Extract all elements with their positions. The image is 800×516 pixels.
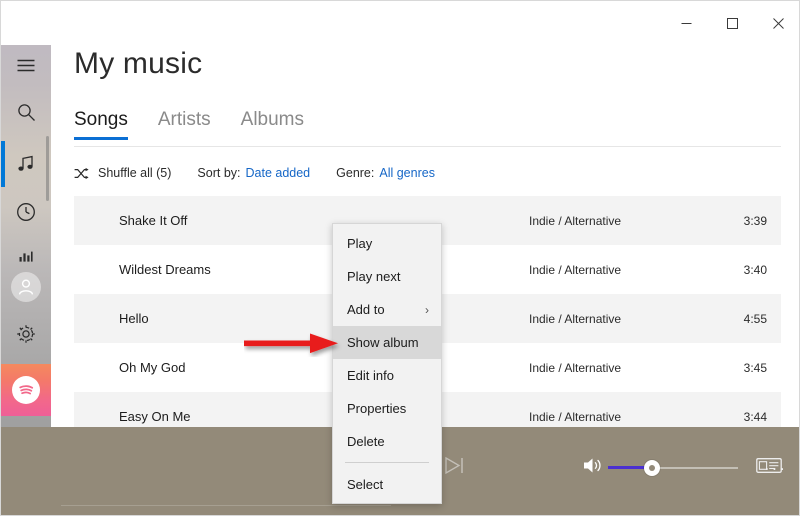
tab-underline-rule (74, 146, 781, 147)
search-icon (17, 103, 36, 122)
sidebar-item-recent[interactable] (1, 189, 51, 235)
context-menu-item-label: Delete (347, 434, 385, 449)
context-menu-item-label: Edit info (347, 368, 394, 383)
song-title: Hello (119, 311, 149, 326)
page-title: My music (74, 47, 203, 80)
genre-label: Genre: (336, 166, 375, 180)
song-title: Shake It Off (119, 213, 188, 228)
sidebar-item-spotify[interactable] (1, 364, 51, 416)
sidebar-item-search[interactable] (1, 89, 51, 135)
sort-by-label: Sort by: (197, 166, 241, 180)
volume-icon (584, 458, 601, 473)
window-controls (663, 1, 799, 45)
close-button[interactable] (755, 1, 799, 45)
music-app-window: My music Songs Artists Albums Shuffle al… (0, 0, 800, 516)
context-menu-item-label: Add to (347, 302, 385, 317)
sidebar-item-account[interactable] (1, 264, 51, 310)
volume-slider[interactable] (608, 458, 738, 478)
context-menu-item-properties[interactable]: Properties (333, 392, 441, 425)
song-duration: 3:44 (743, 409, 767, 424)
hamburger-icon (17, 59, 35, 73)
song-duration: 3:45 (743, 360, 767, 375)
context-menu-item-label: Select (347, 477, 384, 492)
genre-value[interactable]: All genres (379, 166, 435, 180)
tab-artists[interactable]: Artists (158, 109, 211, 140)
song-title: Easy On Me (119, 409, 191, 424)
context-menu-item-select[interactable]: Select (333, 468, 441, 501)
context-menu-item-add-to[interactable]: Add to › (333, 293, 441, 326)
minimize-button[interactable] (663, 1, 709, 45)
song-duration: 3:40 (743, 262, 767, 277)
context-menu-item-play[interactable]: Play (333, 227, 441, 260)
gear-icon (16, 324, 36, 344)
context-menu: Play Play next Add to › Show album Edit … (332, 223, 442, 504)
context-menu-item-edit-info[interactable]: Edit info (333, 359, 441, 392)
shuffle-all-button[interactable]: Shuffle all (5) (74, 166, 171, 180)
context-menu-item-label: Play (347, 236, 373, 251)
title-bar (1, 1, 799, 45)
person-icon (18, 279, 34, 295)
next-track-icon (445, 456, 463, 475)
sidebar-item-settings[interactable] (1, 311, 51, 357)
clock-icon (16, 202, 36, 222)
sidebar-item-menu[interactable] (1, 43, 51, 89)
song-genre: Indie / Alternative (529, 409, 622, 424)
genre-control[interactable]: Genre: All genres (336, 166, 435, 180)
close-icon (772, 17, 784, 29)
shuffle-icon (74, 167, 89, 180)
song-duration: 3:39 (743, 213, 767, 228)
sidebar-scrollbar[interactable] (46, 136, 49, 201)
chevron-right-icon: › (425, 302, 429, 317)
song-title: Wildest Dreams (119, 262, 211, 277)
volume-button[interactable] (583, 457, 605, 480)
tab-songs[interactable]: Songs (74, 109, 128, 140)
spotify-icon (12, 376, 40, 404)
sort-by-control[interactable]: Sort by: Date added (197, 166, 310, 180)
context-menu-item-label: Show album (347, 335, 419, 350)
song-duration: 4:55 (743, 311, 767, 326)
sidebar-item-mymusic[interactable] (1, 141, 51, 187)
next-track-button[interactable] (444, 456, 466, 480)
maximize-button[interactable] (709, 1, 755, 45)
context-menu-separator (345, 462, 429, 463)
song-genre: Indie / Alternative (529, 360, 622, 375)
music-note-icon (17, 155, 35, 173)
song-genre: Indie / Alternative (529, 262, 622, 277)
avatar (11, 272, 41, 302)
tab-bar: Songs Artists Albums (74, 109, 304, 140)
filter-bar: Shuffle all (5) Sort by: Date added Genr… (74, 166, 461, 180)
context-menu-item-delete[interactable]: Delete (333, 425, 441, 458)
song-genre: Indie / Alternative (529, 213, 622, 228)
bar-chart-icon (19, 250, 33, 262)
context-menu-item-label: Properties (347, 401, 407, 416)
context-menu-item-play-next[interactable]: Play next (333, 260, 441, 293)
shuffle-all-label: Shuffle all (5) (98, 166, 172, 180)
player-divider (61, 505, 391, 506)
minimize-icon (681, 22, 691, 24)
maximize-icon (726, 17, 738, 29)
sort-by-value[interactable]: Date added (246, 166, 311, 180)
song-genre: Indie / Alternative (529, 311, 622, 326)
context-menu-item-label: Play next (347, 269, 401, 284)
song-title: Oh My God (119, 360, 186, 375)
tab-albums[interactable]: Albums (241, 109, 304, 140)
context-menu-item-show-album[interactable]: Show album (333, 326, 441, 359)
volume-slider-thumb[interactable] (644, 460, 660, 476)
more-options-button[interactable]: ··· (764, 460, 787, 477)
